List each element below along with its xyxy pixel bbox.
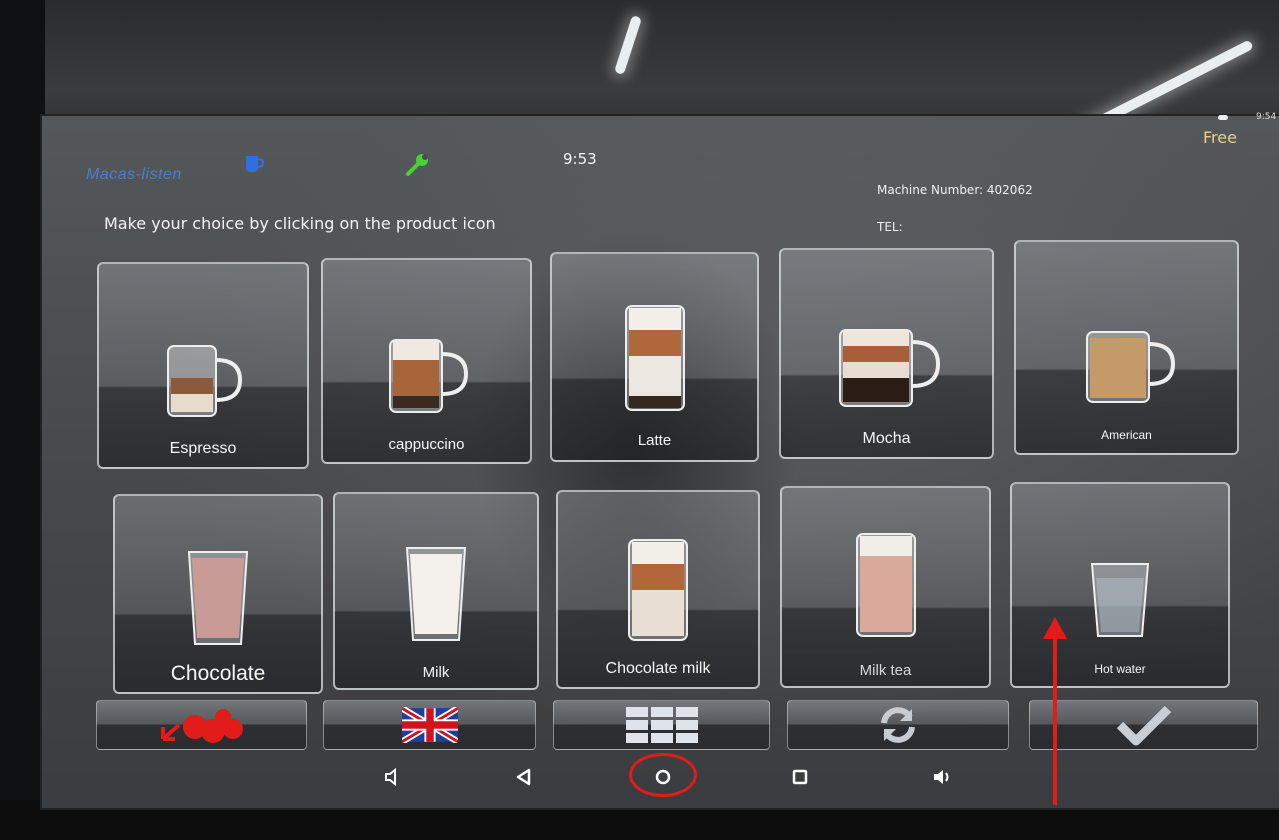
product-chocolate[interactable]: Chocolate: [113, 494, 323, 694]
wrench-icon[interactable]: [404, 150, 432, 178]
machine-number: Machine Number: 402062: [877, 183, 1033, 197]
refresh-button[interactable]: [787, 700, 1009, 750]
product-label: Latte: [637, 432, 672, 449]
uk-flag-icon: [401, 707, 458, 743]
recents-button[interactable]: [788, 765, 812, 789]
free-label: Free: [1203, 128, 1237, 147]
product-milk-tea[interactable]: Milk tea: [780, 486, 991, 688]
product-label: Espresso: [169, 440, 237, 457]
product-label: Chocolate milk: [605, 660, 711, 677]
product-latte[interactable]: Latte: [550, 252, 759, 462]
volume-down-button[interactable]: [381, 765, 405, 789]
status-indicator-icon: [1218, 115, 1228, 120]
americano-cup-icon: [1085, 331, 1175, 403]
product-label: Chocolate: [170, 662, 266, 685]
mocha-cup-icon: [838, 329, 940, 407]
home-highlight-annotation: [629, 753, 697, 797]
menu-grid-button[interactable]: [553, 700, 770, 750]
coins-icon: [160, 709, 243, 743]
instruction-text: Make your choice by clicking on the prod…: [104, 214, 496, 233]
product-chocolate-milk[interactable]: Chocolate milk: [556, 490, 760, 689]
clock: 9:53: [563, 150, 597, 168]
volume-up-button[interactable]: [930, 765, 954, 789]
cappuccino-cup-icon: [388, 339, 468, 413]
product-mocha[interactable]: Mocha: [779, 248, 994, 459]
refresh-icon: [881, 707, 915, 743]
coins-button[interactable]: [96, 700, 307, 750]
recents-icon: [792, 769, 808, 785]
back-button[interactable]: [512, 765, 536, 789]
back-icon: [516, 768, 531, 786]
system-time: 9:54: [1256, 112, 1277, 122]
milk-tea-glass-icon: [855, 533, 916, 637]
language-button[interactable]: [323, 700, 536, 750]
checkmark-icon: [1116, 705, 1171, 746]
product-milk[interactable]: Milk: [333, 492, 539, 690]
red-arrow-annotation: [1043, 617, 1067, 805]
grid-icon: [625, 707, 698, 743]
tel-label: TEL:: [877, 220, 903, 234]
product-label: Milk tea: [859, 662, 912, 679]
photo-background-left: [0, 0, 45, 840]
cup-icon[interactable]: [244, 152, 265, 176]
product-cappuccino[interactable]: cappuccino: [321, 258, 532, 464]
volume-down-icon: [385, 767, 396, 787]
hot-water-glass-icon: [1090, 563, 1150, 637]
milk-glass-icon: [405, 547, 467, 641]
product-label: Milk: [422, 664, 450, 681]
brand-logo: Macas-listen: [86, 166, 182, 183]
product-espresso[interactable]: Espresso: [97, 262, 309, 469]
product-label: Mocha: [862, 430, 911, 447]
chocolate-milk-glass-icon: [628, 539, 688, 641]
product-american[interactable]: American: [1014, 240, 1239, 455]
product-label: American: [1101, 428, 1152, 442]
latte-glass-icon: [624, 305, 685, 411]
volume-up-icon: [934, 770, 949, 784]
product-label: cappuccino: [388, 436, 465, 453]
espresso-cup-icon: [167, 345, 243, 417]
chocolate-glass-icon: [187, 551, 249, 645]
